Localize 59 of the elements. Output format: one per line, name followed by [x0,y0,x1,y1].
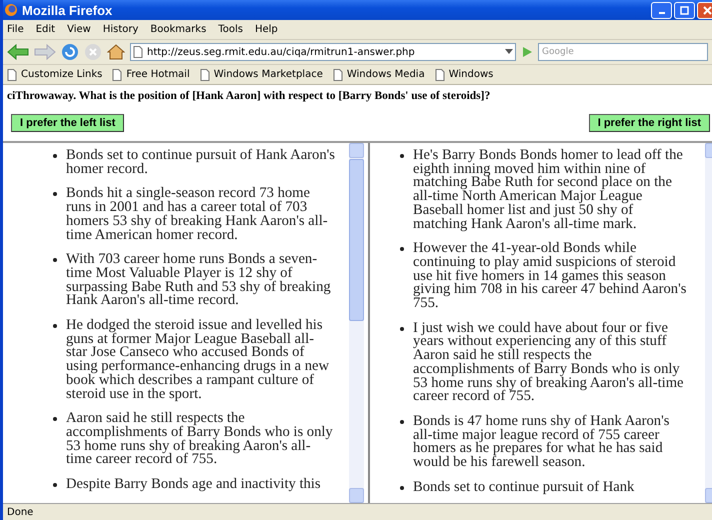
result-text: He dodged the steroid issue and levelled his guns at former Major League Baseball all-star Jose Canseco who accused Bonds of using performance-enhancing drugs in a new book which describes a rampant culture of steroid use in the sport. [66,319,330,402]
menu-item[interactable]: Tools [218,24,243,35]
page-icon [434,68,445,80]
bullet-icon [400,247,404,252]
menu-item[interactable]: Help [254,24,278,35]
close-button[interactable] [697,2,712,18]
prefer-button[interactable]: I prefer the right list [588,114,710,132]
result-text: Despite Barry Bonds age and inactivity this [66,478,321,492]
menu-item[interactable]: Bookmarks [150,24,206,35]
maximize-button[interactable] [674,2,695,18]
bookmark-link[interactable]: Windows Media [332,68,425,80]
page-icon [332,68,343,80]
bookmark-link[interactable]: Customize Links [7,68,102,80]
bullet-icon [53,154,57,158]
result-text: Aaron said he still respects the accomplishments of Barry Bonds who is only 53 home runs shy of breaking Aaron's all-time career record of 755. [66,412,334,468]
bullet-icon [400,486,404,490]
back-arrow-icon[interactable] [7,44,29,60]
firefox-icon [4,3,18,17]
prefer-button[interactable]: I prefer the left list [11,114,124,132]
result-text: Bonds hit a single-season record 73 home runs in 2001 and has a career total of 703 homers 53 shy of breaking Hank Aaron's all-time American homer record. [66,187,329,242]
page-icon [112,68,122,80]
bullet-icon [53,417,57,422]
status-text: Done [3,503,712,520]
address-field[interactable]: http://zeus.seg.rmit.edu.au/ciqa/rmitrun1-answer.php [130,43,516,61]
result-text: I just wish we could have about four or five years without experiencing any of this stuff Aaron said he still respects the accomplishments of Barry Bonds who is only 53 home runs shy of breaking Aaron's all-time career record of 755. [413,322,685,404]
result-text: However the 41-year-old Bonds while continuing to play amid suspicions of steroid use hit five homers in 14 games this season giving him 708 in his career 47 behind Aaron's 755. [413,242,687,311]
reload-icon[interactable] [61,43,79,61]
result-text: He's Barry Bonds Bonds homer to lead off the eighth inning moved him within nine of matching Babe Ruth for second place on the all-time North American Major League Baseball homer list and just 50 shy of matching Hank Aaron's all-time mark. [413,149,684,232]
dropdown-icon[interactable] [505,49,513,55]
bullet-icon [53,192,57,196]
result-text: Bonds is 47 home runs shy of Hank Aaron's all-time major league record of 755 career homers as he prepares for what he has said would be his farewell season. [413,414,670,470]
page-icon [133,46,143,58]
menu-item[interactable]: Edit [36,24,56,35]
bullet-icon [400,420,404,424]
minimize-button[interactable] [651,2,672,18]
bookmark-link[interactable]: Windows Marketplace [200,68,323,80]
bullet-icon [53,324,57,328]
page-icon [7,68,17,80]
home-icon[interactable] [107,44,125,60]
question-text: ciThrowaway. What is the position of [Hank Aaron] with respect to [Barry Bonds' use of steroids]? [6,89,492,102]
bullet-icon [53,483,57,488]
menu-item[interactable]: View [67,24,91,35]
window-title: Mozilla Firefox [22,2,112,18]
bullet-icon [400,154,404,158]
bullet-icon [53,258,57,262]
result-text: With 703 career home runs Bonds a seven-time Most Valuable Player is 12 shy of surpassing Babe Ruth and 53 shy of breaking Hank Aaron's all-time record. [66,253,332,308]
result-text: Bonds set to continue pursuit of Hank Aaron's homer record. [66,149,335,176]
result-text: Bonds set to continue pursuit of Hank [413,480,634,494]
page-icon [200,68,210,80]
menu-item[interactable]: History [102,24,138,35]
go-arrow-icon[interactable] [521,46,533,58]
bookmark-link[interactable]: Windows [434,68,494,80]
bookmark-link[interactable]: Free Hotmail [112,68,190,80]
forward-arrow-icon[interactable] [34,44,56,60]
maximize-icon [680,6,689,14]
menu-item[interactable]: File [7,24,24,35]
bullet-icon [400,326,404,331]
scrollbar[interactable] [349,143,364,503]
close-icon [703,6,712,14]
